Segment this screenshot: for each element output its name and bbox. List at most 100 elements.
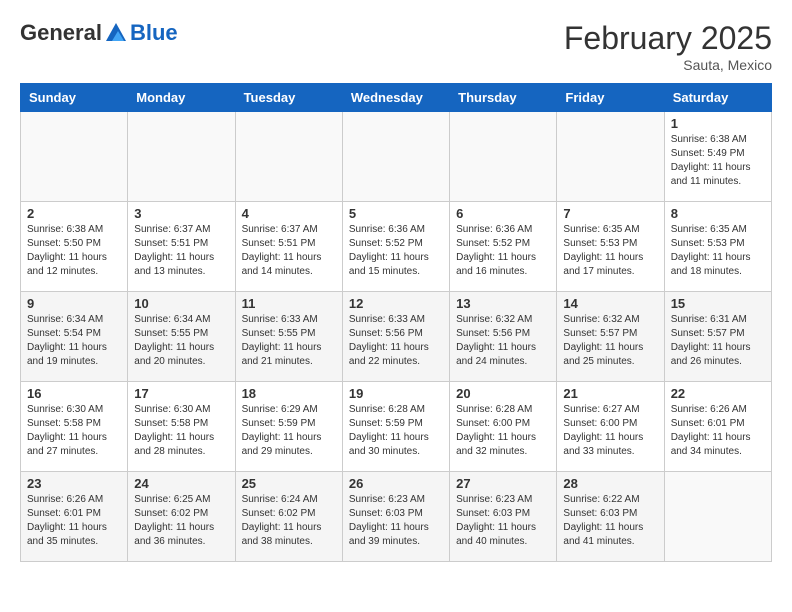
day-cell: 14 Sunrise: 6:32 AM Sunset: 5:57 PM Dayli… [557,292,664,382]
weekday-monday: Monday [128,84,235,112]
day-cell: 6Sunrise: 6:36 AM Sunset: 5:52 PM Daylig… [450,202,557,292]
day-info: Sunrise: 6:35 AM Sunset: 5:53 PM Dayligh… [563,223,657,279]
weekday-sunday: Sunday [21,84,128,112]
day-number: 25 [242,476,336,491]
day-number: 1 [671,116,765,131]
day-cell: 23 Sunrise: 6:26 AM Sunset: 6:01 PM Dayli… [21,472,128,562]
day-number: 26 [349,476,443,491]
day-number: 17 [134,386,228,401]
day-info: Sunrise: 6:34 AM Sunset: 5:54 PM Dayligh… [27,313,121,369]
day-cell: 7 Sunrise: 6:35 AM Sunset: 5:53 PM Daylig… [557,202,664,292]
weekday-header-row: SundayMondayTuesdayWednesdayThursdayFrid… [21,84,772,112]
calendar-table: SundayMondayTuesdayWednesdayThursdayFrid… [20,83,772,562]
week-row-4: 16 Sunrise: 6:30 AM Sunset: 5:58 PM Dayli… [21,382,772,472]
day-cell [664,472,771,562]
day-info: Sunrise: 6:35 AM Sunset: 5:53 PM Dayligh… [671,223,765,279]
day-info: Sunrise: 6:33 AM Sunset: 5:56 PM Dayligh… [349,313,443,369]
day-cell: 16 Sunrise: 6:30 AM Sunset: 5:58 PM Dayli… [21,382,128,472]
day-number: 16 [27,386,121,401]
day-cell: 15 Sunrise: 6:31 AM Sunset: 5:57 PM Dayli… [664,292,771,382]
day-number: 23 [27,476,121,491]
day-info: Sunrise: 6:27 AM Sunset: 6:00 PM Dayligh… [563,403,657,459]
day-info: Sunrise: 6:31 AM Sunset: 5:57 PM Dayligh… [671,313,765,369]
day-number: 14 [563,296,657,311]
day-info: Sunrise: 6:34 AM Sunset: 5:55 PM Dayligh… [134,313,228,369]
day-info: Sunrise: 6:36 AM Sunset: 5:52 PM Dayligh… [349,223,443,279]
day-number: 12 [349,296,443,311]
day-cell: 20Sunrise: 6:28 AM Sunset: 6:00 PM Dayli… [450,382,557,472]
day-number: 22 [671,386,765,401]
day-info: Sunrise: 6:30 AM Sunset: 5:58 PM Dayligh… [134,403,228,459]
day-cell: 2Sunrise: 6:38 AM Sunset: 5:50 PM Daylig… [21,202,128,292]
day-number: 10 [134,296,228,311]
weekday-thursday: Thursday [450,84,557,112]
day-number: 8 [671,206,765,221]
day-info: Sunrise: 6:32 AM Sunset: 5:57 PM Dayligh… [563,313,657,369]
day-number: 2 [27,206,121,221]
day-cell: 9 Sunrise: 6:34 AM Sunset: 5:54 PM Daylig… [21,292,128,382]
day-number: 24 [134,476,228,491]
day-number: 5 [349,206,443,221]
day-cell [235,112,342,202]
day-info: Sunrise: 6:23 AM Sunset: 6:03 PM Dayligh… [349,493,443,549]
day-cell: 26 Sunrise: 6:23 AM Sunset: 6:03 PM Dayli… [342,472,449,562]
logo-general-text: General [20,20,102,46]
weekday-saturday: Saturday [664,84,771,112]
day-number: 7 [563,206,657,221]
day-number: 9 [27,296,121,311]
weekday-friday: Friday [557,84,664,112]
day-cell: 3Sunrise: 6:37 AM Sunset: 5:51 PM Daylig… [128,202,235,292]
day-info: Sunrise: 6:30 AM Sunset: 5:58 PM Dayligh… [27,403,121,459]
header: General Blue February 2025 Sauta, Mexico [20,20,772,73]
logo-icon [104,21,128,45]
day-cell [21,112,128,202]
day-cell: 25Sunrise: 6:24 AM Sunset: 6:02 PM Dayli… [235,472,342,562]
day-cell [557,112,664,202]
day-cell: 22 Sunrise: 6:26 AM Sunset: 6:01 PM Dayli… [664,382,771,472]
day-cell: 10 Sunrise: 6:34 AM Sunset: 5:55 PM Dayli… [128,292,235,382]
week-row-3: 9 Sunrise: 6:34 AM Sunset: 5:54 PM Daylig… [21,292,772,382]
day-info: Sunrise: 6:28 AM Sunset: 5:59 PM Dayligh… [349,403,443,459]
day-info: Sunrise: 6:37 AM Sunset: 5:51 PM Dayligh… [242,223,336,279]
day-number: 19 [349,386,443,401]
day-cell: 5 Sunrise: 6:36 AM Sunset: 5:52 PM Daylig… [342,202,449,292]
day-cell: 27 Sunrise: 6:23 AM Sunset: 6:03 PM Dayli… [450,472,557,562]
day-cell: 13Sunrise: 6:32 AM Sunset: 5:56 PM Dayli… [450,292,557,382]
day-number: 28 [563,476,657,491]
day-number: 15 [671,296,765,311]
logo: General Blue [20,20,178,46]
weekday-wednesday: Wednesday [342,84,449,112]
day-info: Sunrise: 6:38 AM Sunset: 5:49 PM Dayligh… [671,133,765,189]
logo-blue-text: Blue [130,20,178,46]
day-info: Sunrise: 6:23 AM Sunset: 6:03 PM Dayligh… [456,493,550,549]
day-cell: 11Sunrise: 6:33 AM Sunset: 5:55 PM Dayli… [235,292,342,382]
day-number: 21 [563,386,657,401]
day-cell [450,112,557,202]
day-cell: 12 Sunrise: 6:33 AM Sunset: 5:56 PM Dayli… [342,292,449,382]
day-cell: 4Sunrise: 6:37 AM Sunset: 5:51 PM Daylig… [235,202,342,292]
day-cell: 24 Sunrise: 6:25 AM Sunset: 6:02 PM Dayli… [128,472,235,562]
day-info: Sunrise: 6:29 AM Sunset: 5:59 PM Dayligh… [242,403,336,459]
day-number: 18 [242,386,336,401]
calendar-body: 1 Sunrise: 6:38 AM Sunset: 5:49 PM Daylig… [21,112,772,562]
day-cell: 28Sunrise: 6:22 AM Sunset: 6:03 PM Dayli… [557,472,664,562]
day-info: Sunrise: 6:26 AM Sunset: 6:01 PM Dayligh… [671,403,765,459]
day-info: Sunrise: 6:32 AM Sunset: 5:56 PM Dayligh… [456,313,550,369]
day-cell: 19 Sunrise: 6:28 AM Sunset: 5:59 PM Dayli… [342,382,449,472]
day-cell [128,112,235,202]
day-cell [342,112,449,202]
day-cell: 17 Sunrise: 6:30 AM Sunset: 5:58 PM Dayli… [128,382,235,472]
day-info: Sunrise: 6:26 AM Sunset: 6:01 PM Dayligh… [27,493,121,549]
week-row-1: 1 Sunrise: 6:38 AM Sunset: 5:49 PM Daylig… [21,112,772,202]
day-cell: 21 Sunrise: 6:27 AM Sunset: 6:00 PM Dayli… [557,382,664,472]
day-number: 11 [242,296,336,311]
day-info: Sunrise: 6:36 AM Sunset: 5:52 PM Dayligh… [456,223,550,279]
day-cell: 8 Sunrise: 6:35 AM Sunset: 5:53 PM Daylig… [664,202,771,292]
day-number: 3 [134,206,228,221]
day-info: Sunrise: 6:25 AM Sunset: 6:02 PM Dayligh… [134,493,228,549]
week-row-2: 2Sunrise: 6:38 AM Sunset: 5:50 PM Daylig… [21,202,772,292]
title-area: February 2025 Sauta, Mexico [564,20,772,73]
day-number: 20 [456,386,550,401]
day-number: 27 [456,476,550,491]
week-row-5: 23 Sunrise: 6:26 AM Sunset: 6:01 PM Dayli… [21,472,772,562]
